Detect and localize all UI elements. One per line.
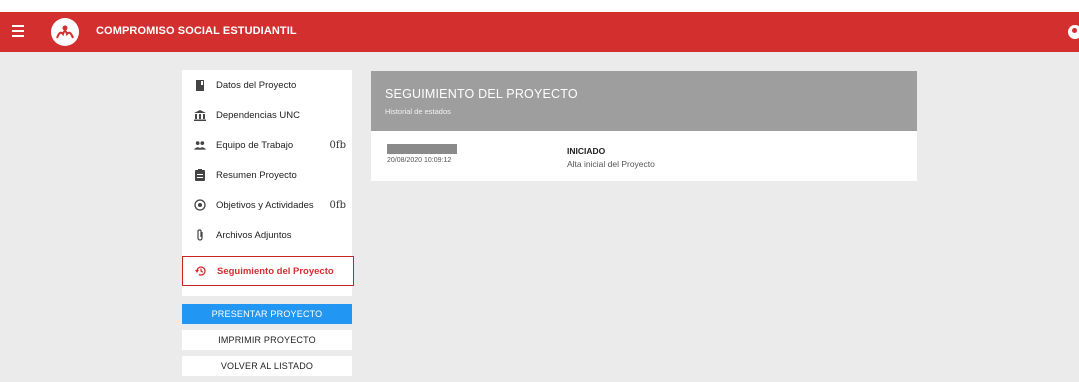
sidebar-item-label: Equipo de Trabajo	[216, 139, 294, 151]
tracking-panel: SEGUIMIENTO DEL PROYECTO Historial de es…	[371, 71, 917, 181]
project-sidebar: Datos del Proyecto Dependencias UNC Equi…	[182, 70, 354, 296]
sidebar-item-label: Objetivos y Actividades	[216, 199, 314, 211]
redacted-user-bar	[387, 144, 457, 154]
group-icon	[194, 139, 206, 151]
back-to-list-button[interactable]: VOLVER AL LISTADO	[182, 356, 352, 376]
panel-title: SEGUIMIENTO DEL PROYECTO	[385, 87, 578, 101]
sidebar-item-dependencias[interactable]: Dependencias UNC	[182, 100, 352, 130]
entry-date: 20/08/2020 10:09:12	[387, 157, 452, 164]
logo-icon[interactable]	[51, 18, 79, 46]
panel-header: SEGUIMIENTO DEL PROYECTO Historial de es…	[371, 71, 917, 131]
sidebar-item-archivos[interactable]: Archivos Adjuntos	[182, 220, 352, 250]
sidebar-item-label: Archivos Adjuntos	[216, 229, 292, 241]
item-count: 0fb	[329, 199, 346, 211]
sidebar-item-equipo[interactable]: Equipo de Trabajo 0fb	[182, 130, 352, 160]
sidebar-item-label: Resumen Proyecto	[216, 169, 297, 181]
paperclip-icon	[194, 229, 206, 241]
target-icon	[194, 199, 206, 211]
sidebar-item-label: Dependencias UNC	[216, 109, 300, 121]
sidebar-item-seguimiento[interactable]: Seguimiento del Proyecto	[182, 256, 354, 286]
panel-subtitle: Historial de estados	[385, 107, 451, 116]
present-project-button[interactable]: PRESENTAR PROYECTO	[182, 304, 352, 324]
item-count: 0fb	[329, 139, 346, 151]
book-icon	[194, 79, 206, 91]
menu-icon[interactable]	[12, 25, 24, 37]
sidebar-item-objetivos[interactable]: Objetivos y Actividades 0fb	[182, 190, 352, 220]
sidebar-item-label: Datos del Proyecto	[216, 79, 297, 91]
entry-status: INICIADO	[567, 146, 606, 156]
history-icon	[195, 265, 207, 277]
sidebar-item-datos-proyecto[interactable]: Datos del Proyecto	[182, 70, 352, 100]
sidebar-item-label: Seguimiento del Proyecto	[217, 265, 334, 277]
sidebar-item-resumen[interactable]: Resumen Proyecto	[182, 160, 352, 190]
app-title: COMPROMISO SOCIAL ESTUDIANTIL	[96, 25, 297, 37]
main-content: Datos del Proyecto Dependencias UNC Equi…	[0, 52, 1079, 382]
account-icon[interactable]	[1068, 25, 1079, 39]
institution-icon	[194, 109, 206, 121]
top-app-bar: COMPROMISO SOCIAL ESTUDIANTIL	[0, 12, 1079, 52]
entry-description: Alta inicial del Proyecto	[567, 159, 655, 169]
document-icon	[194, 169, 206, 181]
print-project-button[interactable]: IMPRIMIR PROYECTO	[182, 330, 352, 350]
